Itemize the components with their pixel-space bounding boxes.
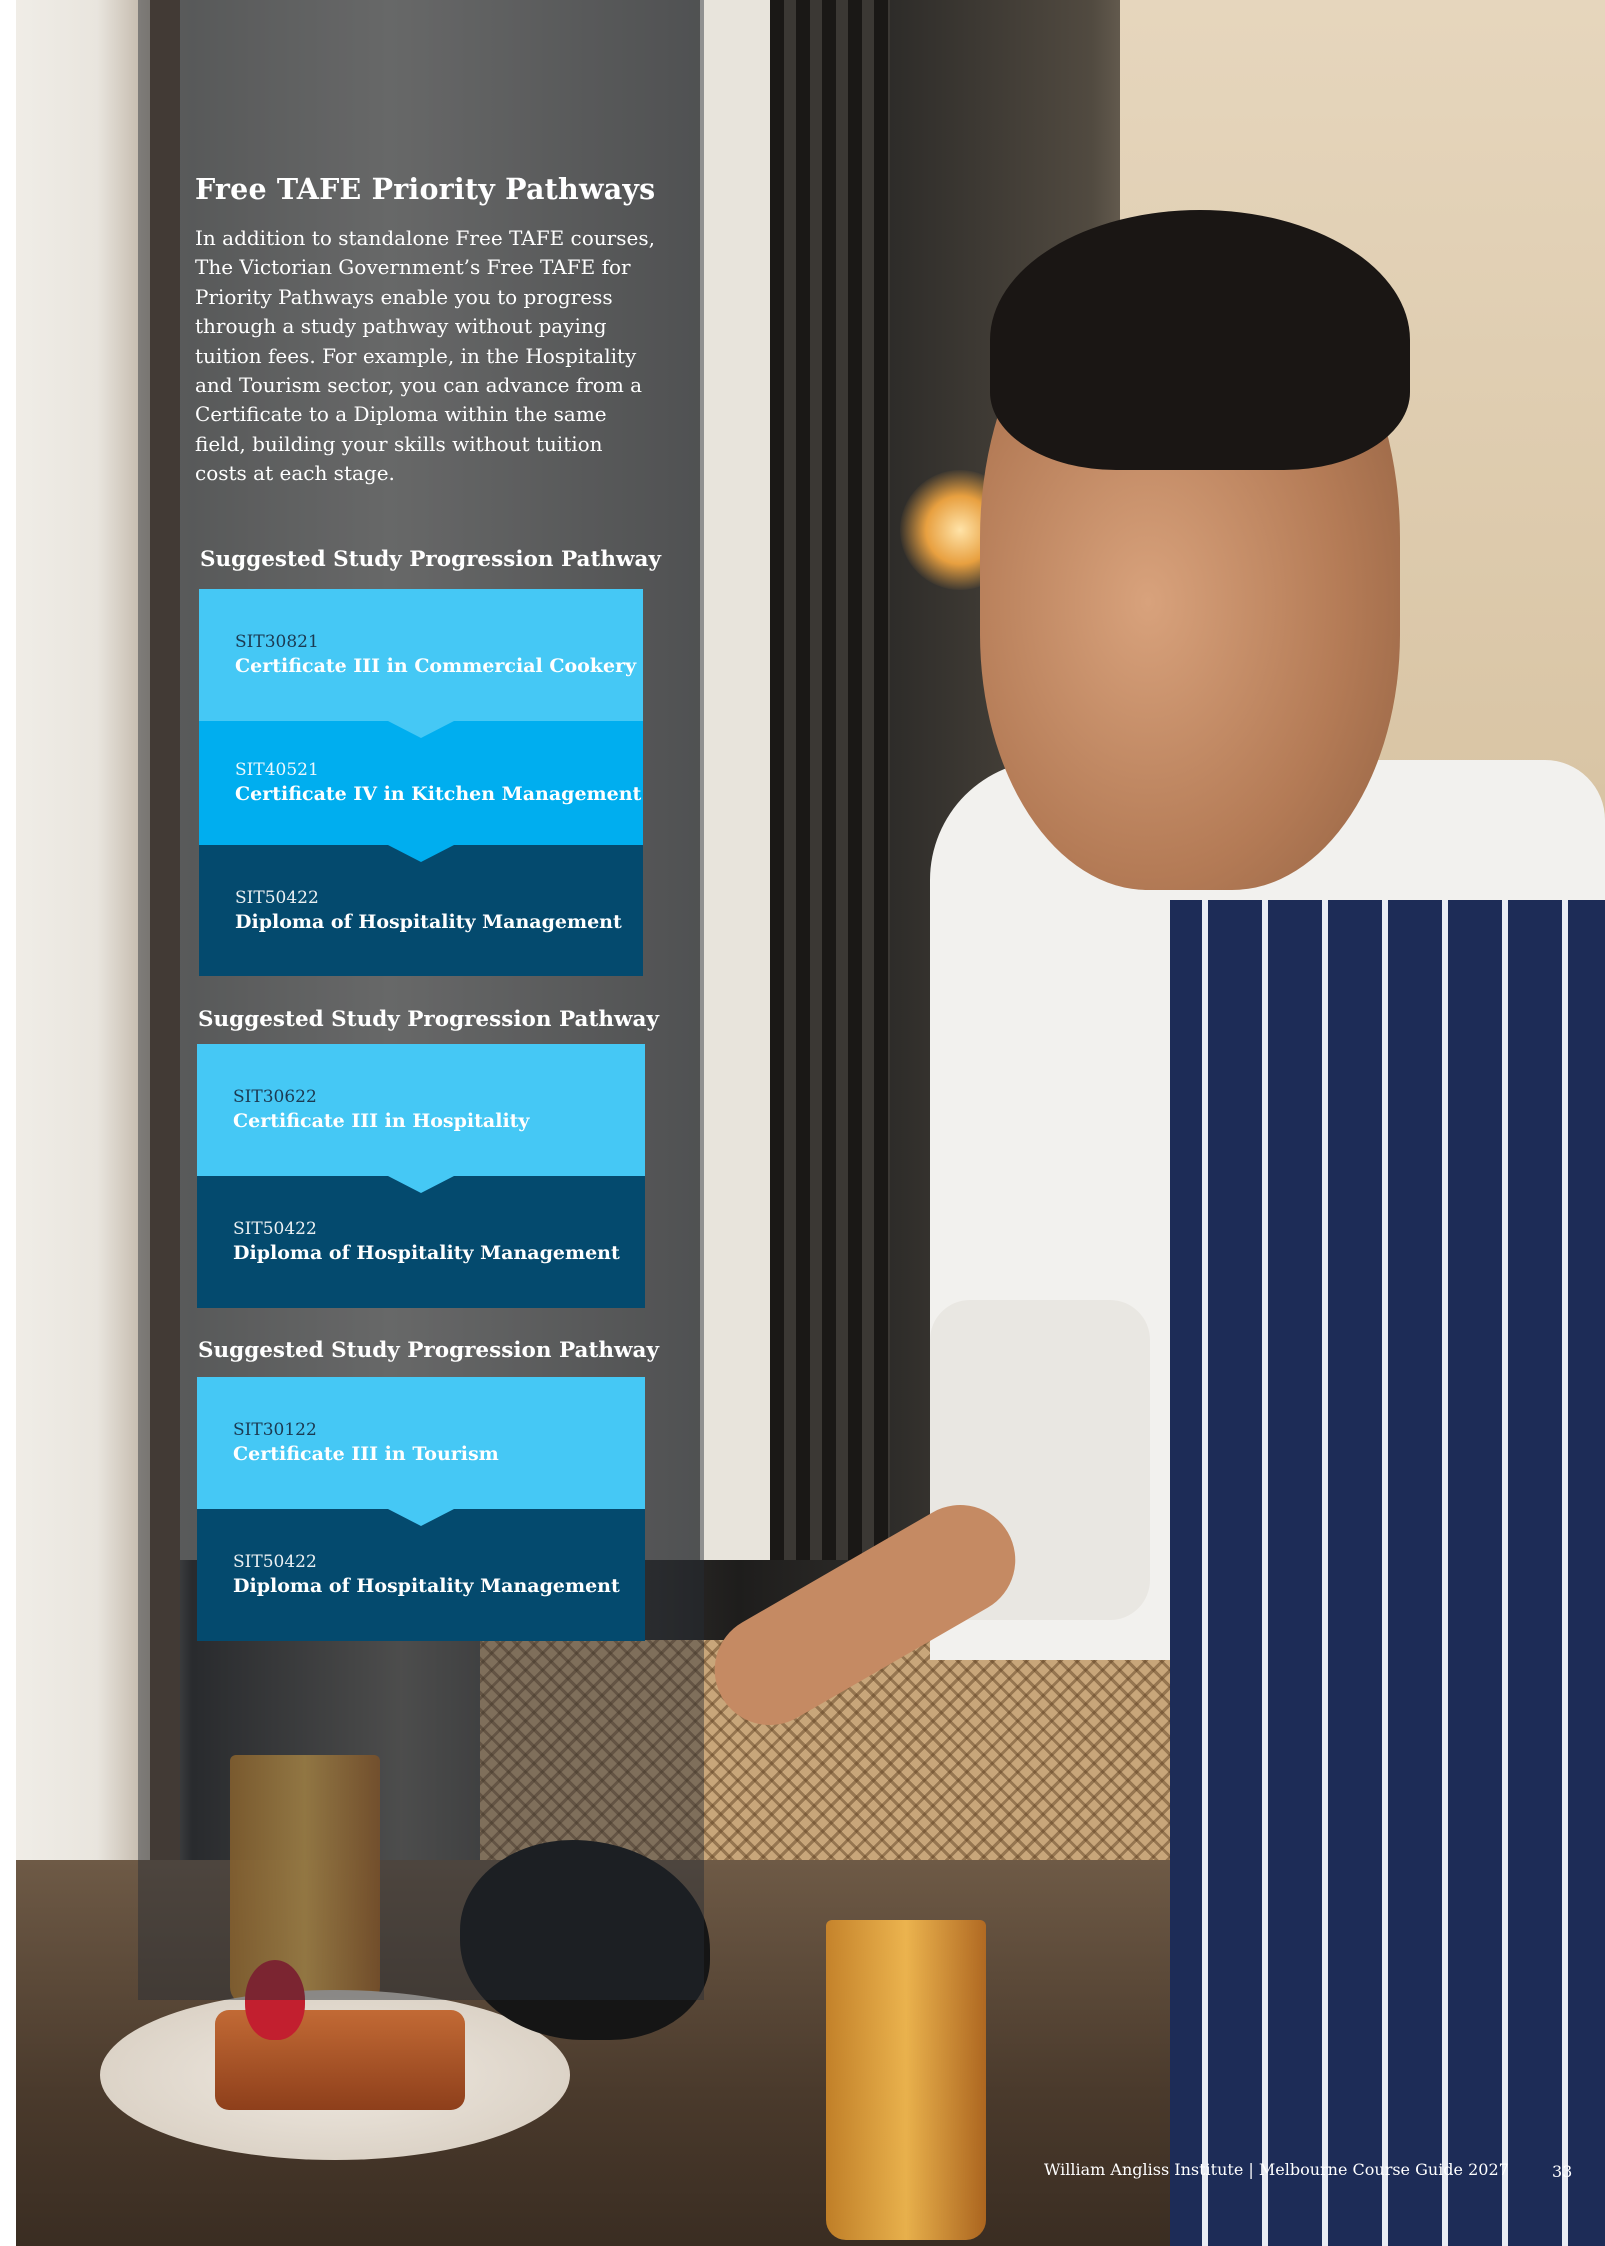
pathway-heading: Suggested Study Progression Pathway [198,1007,659,1032]
pathway-step: SIT50422 Diploma of Hospitality Manageme… [197,1509,645,1641]
course-name: Diploma of Hospitality Management [235,910,622,933]
course-name: Certificate III in Tourism [233,1443,499,1465]
course-code: SIT30821 [235,632,319,652]
course-name: Certificate III in Hospitality [233,1110,530,1132]
course-code: SIT40521 [235,760,319,780]
pathway-step: SIT50422 Diploma of Hospitality Manageme… [197,1176,645,1308]
course-name: Certificate III in Commercial Cookery [235,655,637,677]
pathway-heading: Suggested Study Progression Pathway [200,547,661,572]
pathway-1: SIT30821 Certificate III in Commercial C… [199,589,643,976]
pathway-step: SIT50422 Diploma of Hospitality Manageme… [199,845,643,976]
course-name: Certificate IV in Kitchen Management [235,783,642,805]
intro-paragraph: In addition to standalone Free TAFE cour… [195,226,655,486]
page-number: 33 [1552,2162,1573,2181]
course-code: SIT30122 [233,1420,317,1440]
course-code: SIT50422 [233,1219,317,1239]
pathway-heading: Suggested Study Progression Pathway [198,1338,659,1363]
course-code: SIT50422 [233,1552,317,1572]
pathway-step: SIT40521 Certificate IV in Kitchen Manag… [199,721,643,862]
pathway-3: SIT30122 Certificate III in Tourism SIT5… [197,1377,645,1641]
pathway-step: SIT30821 Certificate III in Commercial C… [199,589,643,738]
pathway-step: SIT30622 Certificate III in Hospitality [197,1044,645,1193]
course-code: SIT50422 [235,887,319,908]
footer-text: William Angliss Institute | Melbourne Co… [1044,2160,1509,2179]
course-name: Diploma of Hospitality Management [233,1242,620,1264]
course-code: SIT30622 [233,1087,317,1107]
pathway-2: SIT30622 Certificate III in Hospitality … [197,1044,645,1308]
page-title: Free TAFE Priority Pathways [195,172,656,206]
course-name: Diploma of Hospitality Management [233,1575,620,1597]
pathway-step: SIT30122 Certificate III in Tourism [197,1377,645,1526]
